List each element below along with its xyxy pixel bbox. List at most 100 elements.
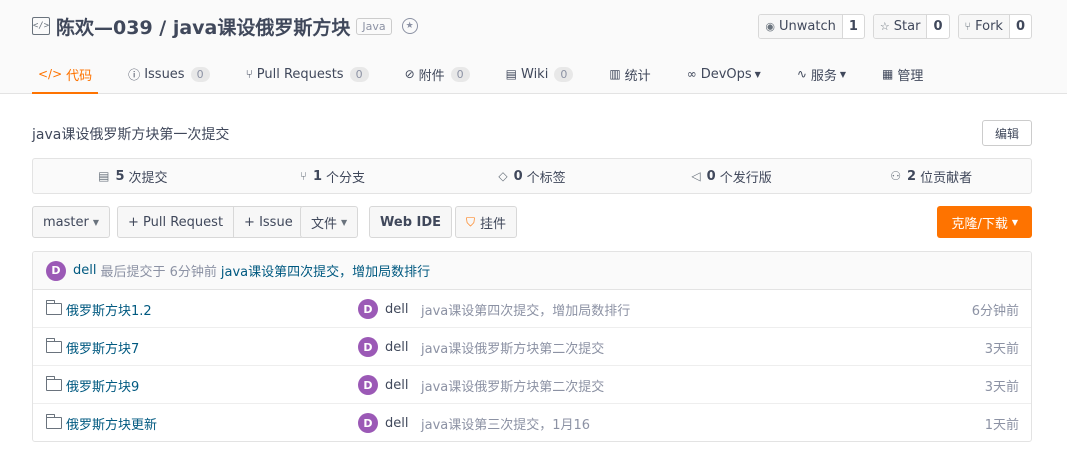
branch-name: master	[43, 214, 89, 230]
tab-label: Issues	[144, 66, 185, 82]
repo-icon: </>	[32, 17, 50, 35]
chevron-down-icon: ▼	[839, 69, 847, 79]
commit-author[interactable]: dell	[385, 378, 408, 393]
folder-link[interactable]: 俄罗斯方块7	[45, 328, 140, 366]
chevron-down-icon: ▼	[1011, 217, 1018, 227]
chevron-down-icon: ▼	[754, 69, 761, 79]
eye-icon: ◉	[765, 20, 776, 33]
repo-tabs: </> 代码 ⓘ Issues 0 ⑂ Pull Requests 0 ⊘ 附件 0 ▤ Wik…	[32, 56, 953, 94]
folder-name: 俄罗斯方块7	[66, 341, 140, 357]
clone-download-button[interactable]: 克隆/下载 ▼	[937, 206, 1032, 238]
tab-label: 统计	[624, 68, 651, 84]
avatar[interactable]: D	[46, 260, 66, 281]
unwatch-button[interactable]: ◉ Unwatch 1	[758, 14, 865, 39]
tab-manage[interactable]: ▦ 管理	[876, 56, 929, 92]
tab-label: 管理	[897, 68, 924, 84]
tab-devops[interactable]: ∞ DevOps ▼	[681, 56, 767, 92]
repo-title-row: </> 陈欢—039 / java课设俄罗斯方块 Java ★	[32, 12, 418, 40]
folder-link[interactable]: 俄罗斯方块9	[45, 366, 139, 404]
commit-message[interactable]: java课设俄罗斯方块第二次提交	[421, 328, 604, 366]
language-badge[interactable]: Java	[356, 17, 392, 35]
unwatch-label: Unwatch	[779, 19, 836, 34]
tab-wiki[interactable]: ▤ Wiki 0	[500, 56, 580, 92]
avatar[interactable]: D	[358, 299, 378, 319]
repo-title[interactable]: 陈欢—039 / java课设俄罗斯方块	[56, 13, 350, 40]
tab-badge: 0	[190, 66, 210, 82]
star-button[interactable]: ☆ Star 0	[872, 14, 950, 39]
web-ide-button[interactable]: Web IDE	[369, 206, 453, 238]
wiki-icon: ▤	[505, 67, 517, 81]
commit-message[interactable]: java课设第三次提交，1月16	[421, 404, 590, 441]
stat-releases[interactable]: ◁ 0 个发行版	[632, 159, 832, 193]
commit-author[interactable]: dell	[385, 302, 408, 317]
commit-time: 1天前	[984, 417, 1019, 433]
stat-count: 0	[706, 168, 716, 184]
code-icon: </>	[38, 67, 63, 81]
repo-actions: ◉ Unwatch 1 ☆ Star 0 ⑂ Fork 0	[758, 14, 1032, 39]
tag-icon: ◇	[498, 169, 508, 183]
fork-label: Fork	[975, 19, 1003, 34]
folder-name: 俄罗斯方块1.2	[66, 303, 152, 319]
commit-author[interactable]: dell	[385, 340, 408, 355]
stat-count: 0	[513, 168, 523, 184]
table-row: 俄罗斯方块1.2 Ddell java课设第四次提交，增加局数排行 6分钟前	[33, 290, 1031, 328]
stat-contributors[interactable]: ⚇ 2 位贡献者	[831, 159, 1031, 193]
folder-link[interactable]: 俄罗斯方块1.2	[45, 290, 152, 328]
last-commit-author[interactable]: dell	[73, 263, 96, 278]
commit-author[interactable]: dell	[385, 416, 408, 431]
repo-header: </> 陈欢—039 / java课设俄罗斯方块 Java ★ ◉ Unwatch…	[0, 0, 1067, 94]
edit-button[interactable]: 编辑	[981, 120, 1032, 146]
folder-link[interactable]: 俄罗斯方块更新	[45, 404, 157, 441]
fork-button[interactable]: ⑂ Fork 0	[957, 14, 1032, 39]
stat-tags[interactable]: ◇ 0 个标签	[432, 159, 632, 193]
branch-select[interactable]: master ▼	[32, 206, 110, 238]
widget-label: 挂件	[480, 216, 507, 232]
new-issue-button[interactable]: + Issue	[233, 207, 303, 237]
commit-message[interactable]: java课设第四次提交，增加局数排行	[421, 290, 630, 328]
tab-stats[interactable]: ▥ 统计	[603, 56, 656, 92]
watch-count[interactable]: 1	[841, 15, 864, 38]
service-icon: ∿	[796, 67, 807, 81]
tab-label: 服务	[810, 68, 837, 84]
tab-label: DevOps	[700, 66, 752, 82]
file-menu-button[interactable]: 文件 ▼	[300, 206, 359, 238]
stat-label: 位贡献者	[920, 170, 973, 186]
chevron-down-icon: ▼	[92, 217, 99, 227]
table-row: 俄罗斯方块7 Ddell java课设俄罗斯方块第二次提交 3天前	[33, 328, 1031, 366]
tab-label: Pull Requests	[256, 66, 344, 82]
stat-label: 个发行版	[719, 170, 772, 186]
repo-description: java课设俄罗斯方块第一次提交	[32, 127, 230, 143]
widget-button[interactable]: ⛉ 挂件	[455, 206, 518, 238]
commit-time: 3天前	[984, 379, 1019, 395]
new-pull-request-button[interactable]: + Pull Request	[118, 207, 233, 237]
stat-label: 个分支	[326, 170, 366, 186]
avatar[interactable]: D	[358, 413, 378, 433]
tab-service[interactable]: ∿ 服务 ▼	[791, 56, 852, 92]
stat-commits[interactable]: ▤ 5 次提交	[33, 159, 233, 193]
commits-icon: ▤	[98, 169, 110, 183]
table-row: 俄罗斯方块9 Ddell java课设俄罗斯方块第二次提交 3天前	[33, 366, 1031, 404]
fork-count[interactable]: 0	[1008, 15, 1031, 38]
manage-icon: ▦	[882, 67, 894, 81]
tab-issues[interactable]: ⓘ Issues 0	[122, 56, 215, 92]
attachment-icon: ⊘	[404, 67, 415, 81]
folder-icon	[45, 414, 62, 429]
avatar[interactable]: D	[358, 337, 378, 357]
fork-icon: ⑂	[964, 20, 972, 33]
tab-label: 附件	[418, 68, 445, 84]
tab-attachments[interactable]: ⊘ 附件 0	[399, 56, 476, 92]
bookmark-icon: ⛉	[466, 214, 476, 229]
tab-code[interactable]: </> 代码	[32, 56, 99, 94]
award-icon[interactable]: ★	[401, 18, 418, 34]
stat-count: 2	[907, 168, 917, 184]
avatar[interactable]: D	[358, 375, 378, 395]
devops-icon: ∞	[686, 67, 697, 81]
stat-branches[interactable]: ⑂ 1 个分支	[233, 159, 433, 193]
star-count[interactable]: 0	[926, 15, 948, 38]
star-icon: ☆	[879, 20, 890, 33]
tab-pull-requests[interactable]: ⑂ Pull Requests 0	[240, 56, 375, 92]
last-commit-message[interactable]: java课设第四次提交，增加局数排行	[221, 261, 430, 280]
create-group: + Pull Request + Issue	[117, 206, 304, 238]
issues-icon: ⓘ	[128, 67, 141, 82]
commit-message[interactable]: java课设俄罗斯方块第二次提交	[421, 366, 604, 404]
